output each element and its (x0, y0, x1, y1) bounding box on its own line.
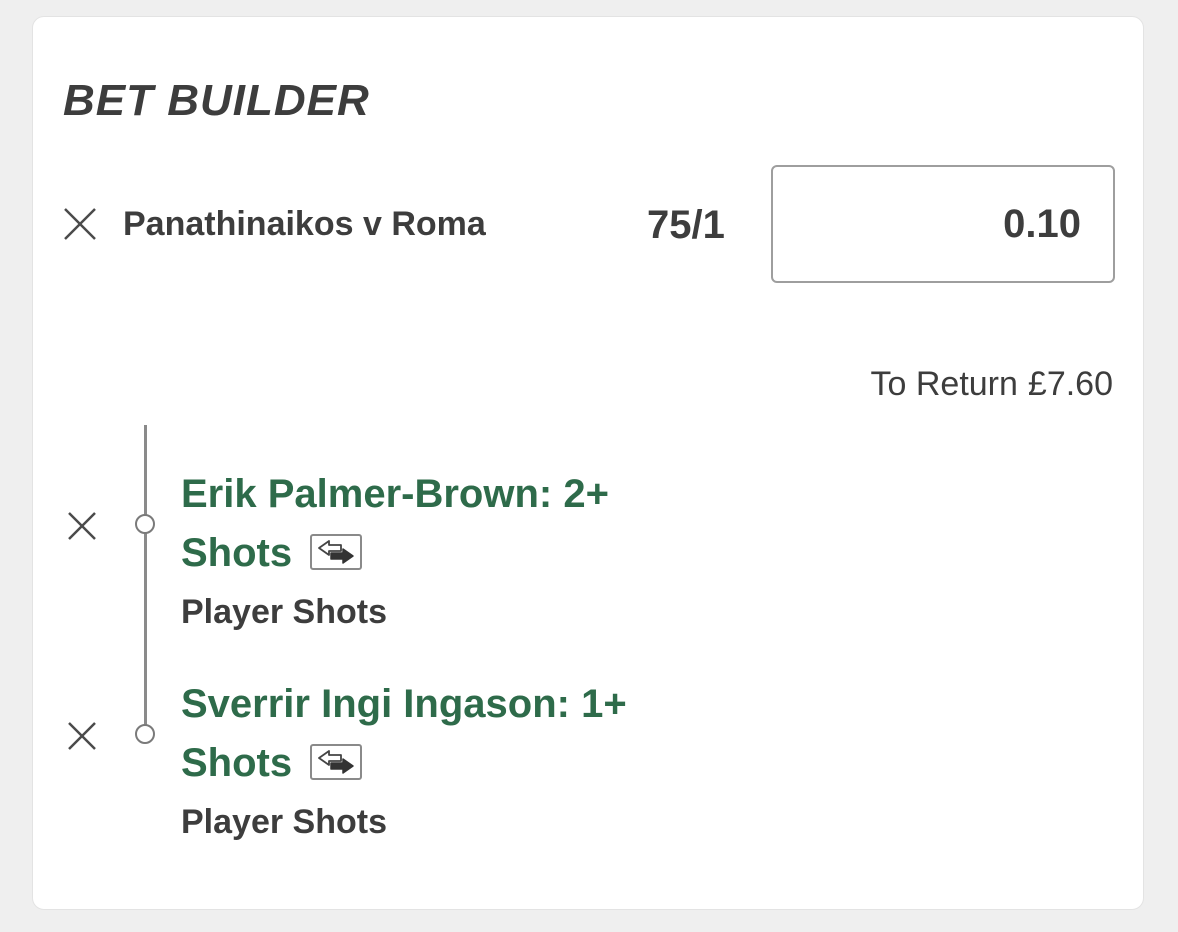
bet-odds: 75/1 (647, 203, 725, 247)
swap-icon[interactable] (310, 744, 363, 781)
selection-name: Erik Palmer-Brown: 2+ Shots (181, 465, 741, 583)
selection-name-line2: Shots (181, 741, 293, 785)
timeline-node-icon (135, 514, 155, 534)
remove-bet-close-icon[interactable] (63, 207, 97, 241)
selection-name-line2-wrap: Shots (181, 524, 741, 583)
bet-builder-card: BET BUILDER Panathinaikos v Roma 75/1 To… (32, 16, 1144, 910)
selection-timeline-line (144, 425, 147, 735)
event-name: Panathinaikos v Roma (123, 205, 486, 243)
to-return-amount: £7.60 (1027, 365, 1113, 403)
timeline-node-icon (135, 724, 155, 744)
bet-builder-title: BET BUILDER (63, 76, 370, 125)
remove-selection-close-icon[interactable] (67, 721, 97, 751)
to-return: To Return £7.60 (871, 363, 1114, 405)
selection-name-line2: Shots (181, 531, 293, 575)
selection-market: Player Shots (181, 593, 387, 631)
remove-selection-close-icon[interactable] (67, 511, 97, 541)
swap-icon[interactable] (310, 534, 363, 571)
to-return-label: To Return (870, 365, 1018, 403)
stake-input[interactable] (771, 165, 1115, 283)
selection-name-line1: Erik Palmer-Brown: 2+ (181, 472, 609, 516)
selection-name-line2-wrap: Shots (181, 734, 741, 793)
selection-market: Player Shots (181, 803, 387, 841)
selection-name-line1: Sverrir Ingi Ingason: 1+ (181, 682, 627, 726)
selection-name: Sverrir Ingi Ingason: 1+ Shots (181, 675, 741, 793)
